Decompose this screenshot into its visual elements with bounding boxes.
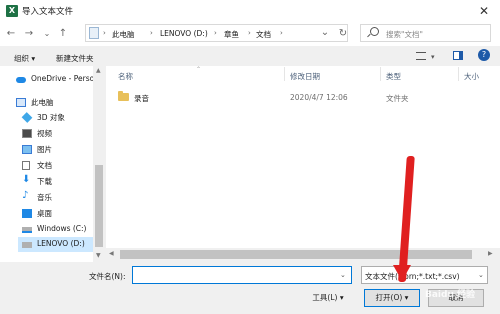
search-icon	[370, 27, 379, 36]
music-icon: ♪	[22, 190, 29, 201]
filetype-value: 文本文件(*.prn;*.txt;*.csv)	[365, 272, 460, 281]
sidebar-item-label: 文档	[37, 161, 52, 170]
view-options-icon[interactable]	[416, 52, 426, 60]
pc-icon	[89, 27, 99, 39]
new-folder-button[interactable]: 新建文件夹	[56, 53, 94, 64]
sort-indicator-icon: ⌃	[196, 66, 202, 73]
sidebar-item-label: 下载	[37, 177, 52, 186]
desktop-icon	[22, 209, 32, 218]
help-icon[interactable]: ?	[478, 49, 490, 61]
organize-button[interactable]: 组织 ▾	[14, 53, 35, 64]
sidebar-item-label: 桌面	[37, 209, 52, 218]
watermark-text: Baidu 经验	[425, 290, 476, 300]
search-input[interactable]: 搜索"文档"	[386, 29, 423, 40]
video-icon	[22, 129, 32, 138]
recent-locations-button[interactable]: ⌄	[40, 26, 54, 42]
file-modified: 2020/4/7 12:06	[290, 93, 348, 102]
chevron-right-icon: ›	[150, 29, 153, 37]
breadcrumb-documents[interactable]: 文档	[256, 29, 271, 40]
column-divider	[458, 67, 459, 81]
filetype-dropdown-icon[interactable]: ⌄	[478, 271, 484, 279]
title-bar	[0, 0, 500, 22]
document-icon	[22, 161, 30, 170]
sidebar-item-lenovo-d[interactable]: LENOVO (D:)	[18, 237, 93, 252]
search-box[interactable]	[360, 24, 491, 42]
sidebar-item-label: 此电脑	[31, 98, 54, 107]
column-divider	[380, 67, 381, 81]
breadcrumb-folder[interactable]: 章鱼	[224, 29, 239, 40]
forward-button[interactable]: →	[22, 26, 36, 42]
picture-icon	[22, 145, 32, 154]
cube-icon	[21, 112, 33, 123]
file-name[interactable]: 录音	[134, 93, 149, 104]
horizontal-scrollbar-thumb[interactable]	[120, 250, 472, 259]
column-header-name[interactable]: 名称	[118, 71, 133, 82]
cloud-icon	[16, 77, 26, 83]
window-title: 导入文本文件	[22, 7, 74, 17]
open-button[interactable]: 打开(O) ▾	[364, 289, 420, 307]
column-divider	[284, 67, 285, 81]
sidebar-item-label: 视频	[37, 129, 52, 138]
sidebar-item-label: Windows (C:)	[37, 224, 87, 233]
sidebar-scrollbar-thumb[interactable]	[95, 165, 103, 247]
sidebar-item-label: 图片	[37, 145, 52, 154]
tools-button[interactable]: 工具(L) ▾	[300, 289, 356, 307]
column-header-type[interactable]: 类型	[386, 71, 401, 82]
file-type: 文件夹	[386, 94, 409, 103]
filename-label: 文件名(N):	[89, 272, 126, 281]
column-header-modified[interactable]: 修改日期	[290, 71, 320, 82]
close-button[interactable]: ✕	[470, 1, 498, 21]
scroll-up-icon[interactable]: ▲	[96, 67, 101, 74]
filename-dropdown-icon[interactable]: ⌄	[340, 271, 346, 279]
breadcrumb-drive[interactable]: LENOVO (D:)	[160, 29, 208, 38]
chevron-right-icon: ›	[103, 29, 106, 37]
chevron-right-icon: ›	[280, 29, 283, 37]
back-button[interactable]: ←	[4, 26, 18, 42]
drive-icon	[22, 242, 32, 248]
address-dropdown-icon[interactable]: ⌄	[318, 25, 332, 41]
excel-app-icon: X	[6, 5, 18, 17]
chevron-right-icon: ›	[248, 29, 251, 37]
chevron-right-icon: ›	[214, 29, 217, 37]
view-dropdown-icon[interactable]: ▾	[431, 53, 435, 61]
download-icon: ⬇	[22, 174, 31, 185]
scroll-right-icon[interactable]: ▶	[488, 250, 493, 257]
up-button[interactable]: ↑	[56, 26, 70, 42]
drive-icon	[22, 227, 32, 233]
refresh-button[interactable]: ↻	[336, 26, 350, 42]
sidebar-item-label: 音乐	[37, 193, 52, 202]
breadcrumb-pc[interactable]: 此电脑	[112, 29, 135, 40]
annotation-arrow-head	[393, 265, 411, 281]
folder-icon	[118, 91, 129, 101]
preview-pane-icon[interactable]	[453, 51, 463, 60]
sidebar-item-label: OneDrive - Perso	[31, 74, 95, 83]
column-header-size[interactable]: 大小	[464, 71, 479, 82]
computer-icon	[16, 98, 26, 107]
scroll-down-icon[interactable]: ▼	[96, 252, 101, 259]
sidebar-item-label: 3D 对象	[37, 113, 65, 122]
scroll-left-icon[interactable]: ◀	[109, 250, 114, 257]
sidebar-item-label: LENOVO (D:)	[37, 239, 85, 248]
filename-input[interactable]	[132, 266, 352, 284]
